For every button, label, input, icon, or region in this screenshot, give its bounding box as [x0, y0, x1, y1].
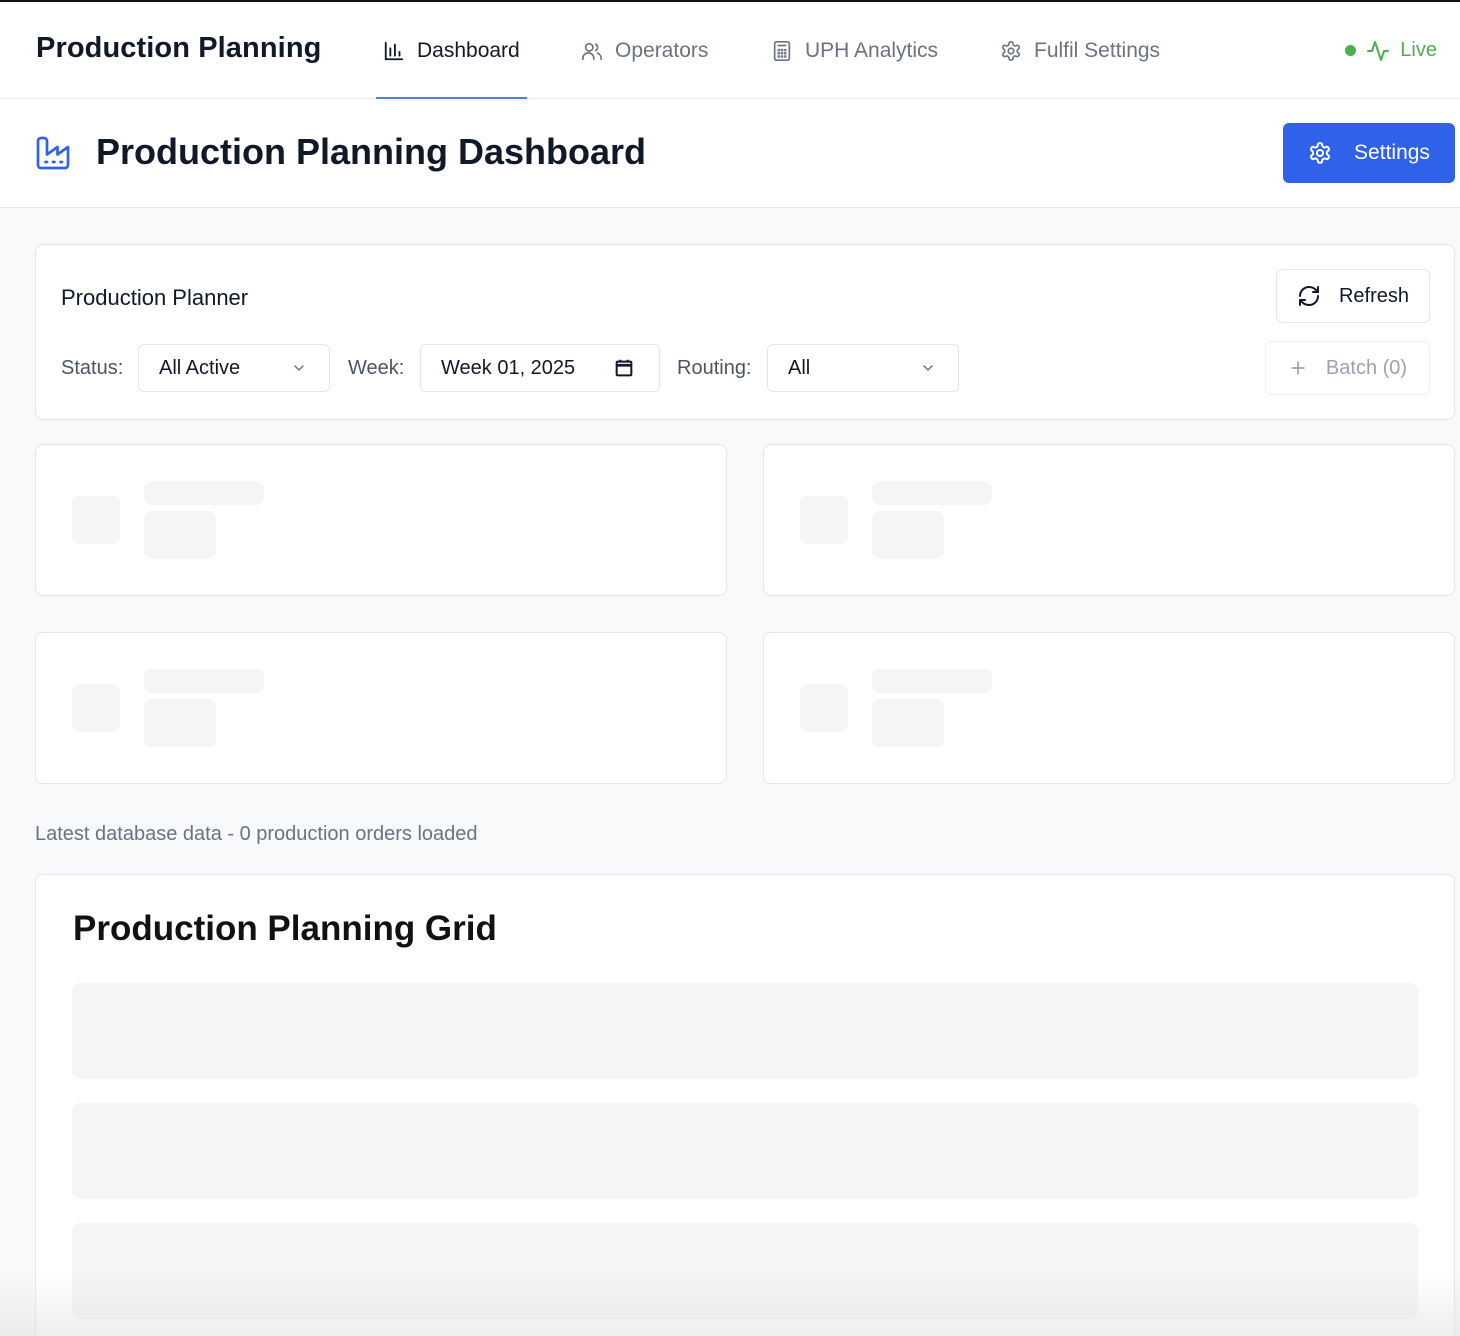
skeleton-value — [144, 699, 216, 747]
plus-icon — [1291, 361, 1305, 375]
chevron-down-icon — [294, 365, 304, 371]
routing-select[interactable]: All — [767, 344, 959, 392]
production-planner-card: Production Planner Refresh Status: All A… — [35, 244, 1455, 420]
stat-card-skeleton — [763, 632, 1455, 784]
calendar-icon — [615, 359, 633, 377]
grid-row-skeleton — [72, 1103, 1418, 1199]
refresh-button-label: Refresh — [1338, 284, 1410, 307]
status-filter-label: Status: — [61, 357, 124, 379]
tab-dashboard-label: Dashboard — [417, 38, 520, 62]
skeleton-icon — [72, 684, 120, 732]
factory-icon — [36, 136, 70, 170]
tab-operators[interactable]: Operators — [581, 2, 708, 99]
routing-select-value: All — [788, 356, 811, 379]
live-label: Live — [1400, 39, 1437, 61]
page-title: Production Planning Dashboard — [96, 131, 647, 172]
calculator-icon — [773, 40, 791, 61]
skeleton-value — [872, 511, 944, 559]
skeleton-icon — [800, 496, 848, 544]
skeleton-line — [872, 481, 992, 505]
skeleton-line — [144, 481, 264, 505]
week-filter-label: Week: — [348, 357, 405, 379]
tab-fulfil-settings[interactable]: Fulfil Settings — [1000, 2, 1160, 99]
grid-row-skeleton — [72, 983, 1418, 1079]
activity-icon — [1367, 40, 1390, 61]
settings-button-label: Settings — [1354, 141, 1430, 164]
stat-card-skeleton — [35, 444, 727, 596]
tab-uph-analytics-label: UPH Analytics — [805, 38, 939, 62]
stat-card-skeleton — [35, 632, 727, 784]
skeleton-icon — [800, 684, 848, 732]
grid-title: Production Planning Grid — [73, 909, 497, 948]
tab-fulfil-settings-label: Fulfil Settings — [1034, 38, 1161, 62]
week-input-value: Week 01, 2025 — [441, 356, 576, 379]
bar-chart-icon — [384, 41, 404, 60]
live-dot — [1345, 45, 1357, 56]
tab-uph-analytics[interactable]: UPH Analytics — [771, 2, 938, 99]
planner-title: Production Planner — [61, 285, 249, 310]
users-icon — [582, 42, 602, 60]
skeleton-value — [144, 511, 216, 559]
skeleton-line — [872, 669, 992, 693]
week-input[interactable]: Week 01, 2025 — [420, 344, 660, 392]
skeleton-line — [144, 669, 264, 693]
grid-row-skeleton — [72, 1223, 1418, 1319]
planning-grid-card: Production Planning Grid — [35, 874, 1455, 1336]
status-select[interactable]: All Active — [138, 344, 330, 392]
top-nav: Production Planning Dashboard Operators … — [0, 0, 1460, 100]
gear-icon — [1001, 40, 1021, 61]
tab-operators-label: Operators — [615, 38, 709, 62]
chevron-down-icon — [923, 365, 933, 371]
stat-card-skeleton — [763, 444, 1455, 596]
settings-button[interactable]: Settings — [1283, 123, 1455, 183]
batch-button-label: Batch (0) — [1325, 356, 1408, 379]
page-header: Production Planning Dashboard Settings — [0, 99, 1460, 208]
routing-filter-label: Routing: — [677, 357, 752, 379]
gear-icon — [1310, 142, 1330, 164]
batch-button[interactable]: Batch (0) — [1265, 341, 1430, 395]
tab-dashboard[interactable]: Dashboard — [376, 2, 527, 100]
brand-title: Production Planning — [36, 32, 322, 64]
refresh-button[interactable]: Refresh — [1276, 269, 1430, 323]
status-select-value: All Active — [159, 356, 241, 379]
skeleton-icon — [72, 496, 120, 544]
data-summary: Latest database data - 0 production orde… — [35, 823, 478, 845]
refresh-icon — [1298, 286, 1319, 306]
skeleton-value — [872, 699, 944, 747]
live-status: Live — [1345, 2, 1437, 99]
